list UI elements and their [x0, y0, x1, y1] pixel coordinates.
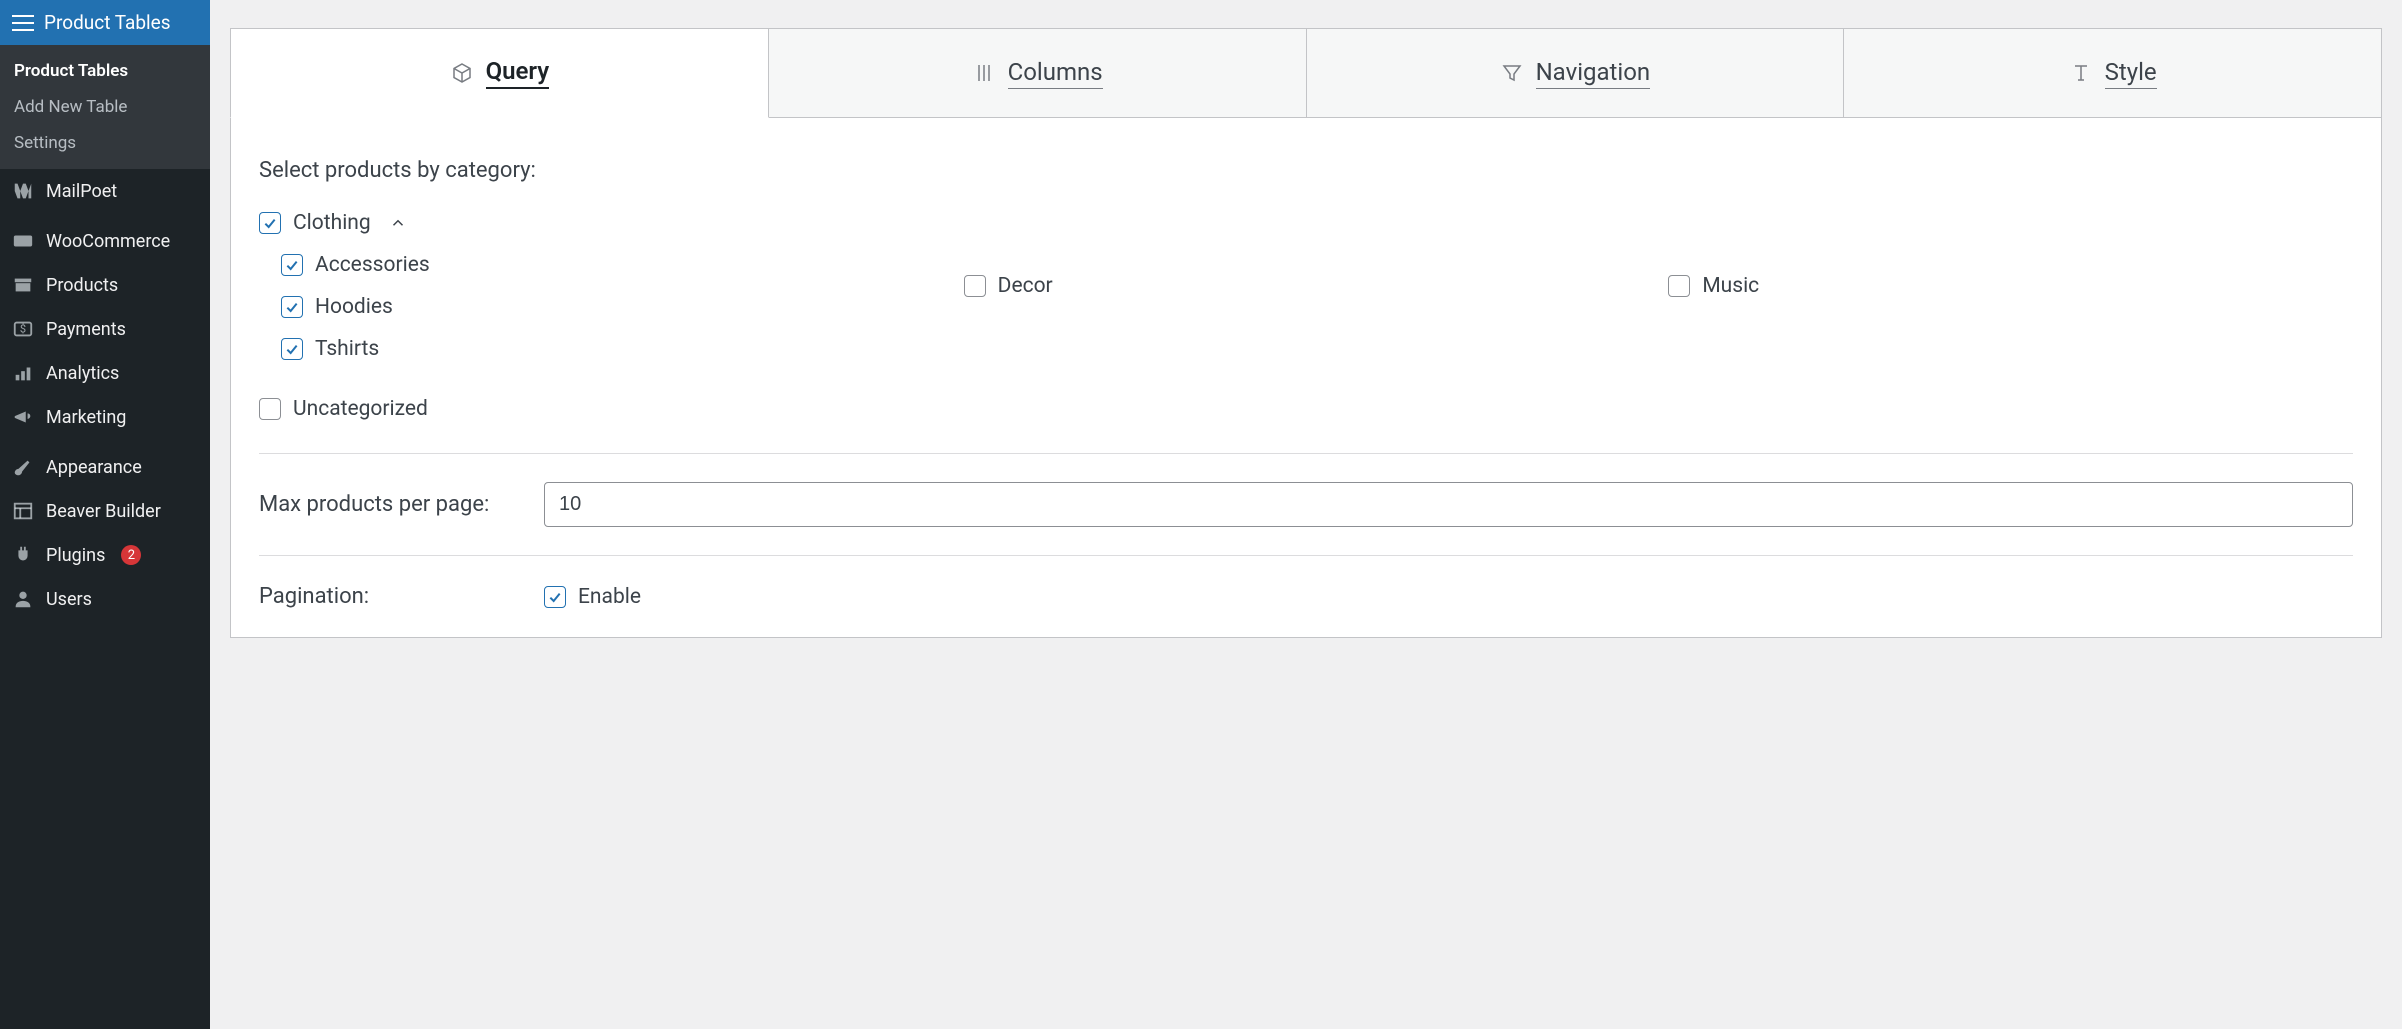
hamburger-icon [12, 15, 34, 31]
category-label: Clothing [293, 211, 371, 235]
category-item-tshirts: Tshirts [281, 337, 944, 361]
category-item-clothing: Clothing [259, 211, 944, 235]
category-grid: Clothing Accessories Hoodies Tshirts [259, 211, 2353, 421]
tab-query[interactable]: Query [230, 28, 769, 118]
megaphone-icon [12, 406, 34, 428]
sidebar-item-analytics[interactable]: Analytics [0, 351, 210, 395]
checkbox-accessories[interactable] [281, 254, 303, 276]
main-content: Query Columns Navigation Style Select pr… [210, 0, 2402, 1029]
sidebar-item-users[interactable]: Users [0, 577, 210, 621]
sidebar-item-label: Products [46, 275, 118, 296]
type-icon [2069, 61, 2093, 85]
sidebar-item-woocommerce[interactable]: WooCommerce [0, 219, 210, 263]
category-item-music: Music [1668, 211, 2353, 361]
category-item-decor: Decor [964, 211, 1649, 361]
columns-icon [972, 61, 996, 85]
category-label: Accessories [315, 253, 430, 277]
sidebar-item-mailpoet[interactable]: MailPoet [0, 169, 210, 213]
checkbox-pagination-enable[interactable] [544, 586, 566, 608]
checkbox-clothing[interactable] [259, 212, 281, 234]
user-icon [12, 588, 34, 610]
max-products-label: Max products per page: [259, 492, 524, 517]
submenu-item-product-tables[interactable]: Product Tables [0, 53, 210, 89]
category-item-hoodies: Hoodies [281, 295, 944, 319]
sidebar-item-appearance[interactable]: Appearance [0, 445, 210, 489]
archive-icon [12, 274, 34, 296]
pagination-label: Pagination: [259, 584, 524, 609]
sidebar-current-menu[interactable]: Product Tables [0, 0, 210, 45]
tab-label: Navigation [1536, 58, 1651, 89]
sidebar-item-beaver-builder[interactable]: Beaver Builder [0, 489, 210, 533]
woocommerce-icon [12, 230, 34, 252]
filter-icon [1500, 61, 1524, 85]
dollar-icon: $ [12, 318, 34, 340]
category-item-accessories: Accessories [281, 253, 944, 277]
sidebar-item-label: WooCommerce [46, 231, 170, 252]
sidebar-item-label: Beaver Builder [46, 501, 161, 522]
query-panel: Select products by category: Clothing Ac… [230, 118, 2382, 638]
checkbox-uncategorized[interactable] [259, 398, 281, 420]
mailpoet-icon [12, 180, 34, 202]
submenu-item-settings[interactable]: Settings [0, 125, 210, 161]
category-item-uncategorized: Uncategorized [259, 397, 2353, 421]
plug-icon [12, 544, 34, 566]
admin-sidebar: Product Tables Product Tables Add New Ta… [0, 0, 210, 1029]
divider [259, 453, 2353, 454]
max-products-row: Max products per page: [259, 482, 2353, 527]
submenu-item-add-new-table[interactable]: Add New Table [0, 89, 210, 125]
pagination-row: Pagination: Enable [259, 584, 2353, 609]
max-products-input[interactable] [544, 482, 2353, 527]
select-category-label: Select products by category: [259, 158, 2353, 183]
settings-tabs: Query Columns Navigation Style [230, 28, 2382, 118]
sidebar-item-label: Payments [46, 319, 126, 340]
sidebar-item-label: Analytics [46, 363, 119, 384]
chart-icon [12, 362, 34, 384]
tab-columns[interactable]: Columns [769, 28, 1307, 118]
sidebar-item-label: Users [46, 589, 92, 610]
category-label: Uncategorized [293, 397, 428, 421]
chevron-up-icon[interactable] [389, 214, 407, 232]
sidebar-header-label: Product Tables [44, 11, 171, 34]
layout-icon [12, 500, 34, 522]
svg-text:$: $ [20, 323, 26, 336]
category-label: Music [1702, 274, 1759, 298]
pagination-enable-label: Enable [578, 585, 641, 609]
pagination-enable: Enable [544, 585, 641, 609]
sidebar-submenu: Product Tables Add New Table Settings [0, 45, 210, 169]
sidebar-item-plugins[interactable]: Plugins 2 [0, 533, 210, 577]
checkbox-tshirts[interactable] [281, 338, 303, 360]
checkbox-hoodies[interactable] [281, 296, 303, 318]
tab-label: Style [2105, 58, 2157, 89]
tab-style[interactable]: Style [1844, 28, 2382, 118]
sidebar-item-label: Marketing [46, 407, 126, 428]
sidebar-item-payments[interactable]: $ Payments [0, 307, 210, 351]
sidebar-item-label: Plugins [46, 545, 105, 566]
tab-navigation[interactable]: Navigation [1307, 28, 1845, 118]
category-children-clothing: Accessories Hoodies Tshirts [281, 253, 944, 361]
checkbox-music[interactable] [1668, 275, 1690, 297]
category-label: Decor [998, 274, 1053, 298]
brush-icon [12, 456, 34, 478]
sidebar-item-label: MailPoet [46, 181, 117, 202]
category-label: Hoodies [315, 295, 393, 319]
checkbox-decor[interactable] [964, 275, 986, 297]
divider [259, 555, 2353, 556]
sidebar-item-products[interactable]: Products [0, 263, 210, 307]
sidebar-item-label: Appearance [46, 457, 142, 478]
tab-label: Query [486, 57, 550, 89]
category-label: Tshirts [315, 337, 379, 361]
sidebar-item-marketing[interactable]: Marketing [0, 395, 210, 439]
cube-icon [450, 61, 474, 85]
tab-label: Columns [1008, 58, 1103, 89]
plugins-update-badge: 2 [121, 545, 141, 565]
